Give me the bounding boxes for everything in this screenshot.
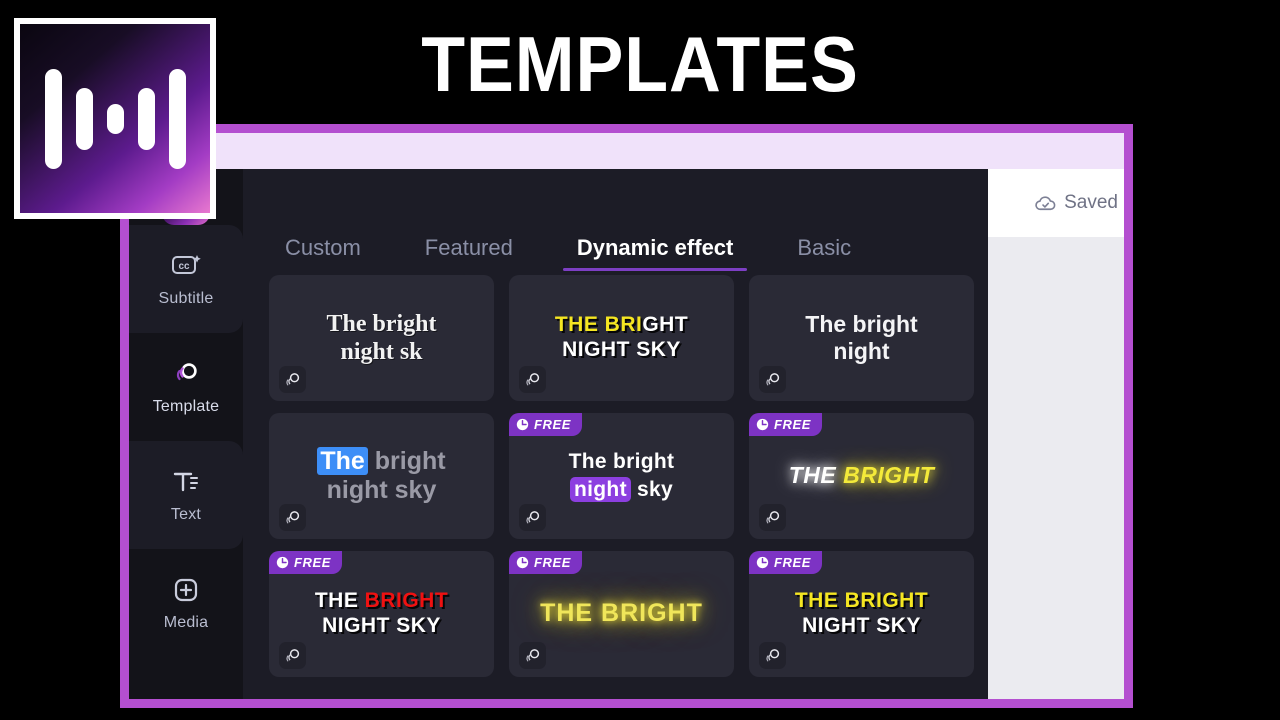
tab-dynamic-effect[interactable]: Dynamic effect <box>562 235 748 271</box>
sidebar-item-label: Media <box>163 614 209 631</box>
clock-icon <box>756 418 769 431</box>
clock-icon <box>756 556 769 569</box>
template-text-line: THE BRIGHT <box>540 599 703 628</box>
template-text-line: night sk <box>340 339 423 365</box>
template-card[interactable]: FREE THE BRIGHT <box>509 551 734 677</box>
sidebar-item-subtitle[interactable]: cc Subtitle <box>129 225 243 333</box>
template-text-line: THE BRI <box>554 313 643 337</box>
tab-featured[interactable]: Featured <box>411 235 527 271</box>
sidebar-item-media[interactable]: Media <box>129 549 243 657</box>
free-badge-label: FREE <box>774 417 812 432</box>
sidebar-item-template[interactable]: Template <box>129 333 243 441</box>
right-panel: Saved <box>988 169 1124 699</box>
template-text-line: GHT <box>642 313 689 337</box>
waveform-logo-icon <box>20 24 210 213</box>
free-badge-label: FREE <box>774 555 812 570</box>
template-layers-icon[interactable] <box>759 642 786 669</box>
template-text-line: The bright <box>568 449 675 473</box>
template-text-line: night <box>833 338 890 364</box>
template-text-line: BRIGHT <box>364 589 449 613</box>
template-card[interactable]: The bright night <box>749 275 974 401</box>
template-preview-text: THE BRIGHT <box>530 599 713 629</box>
sidebar-item-label: Subtitle <box>158 290 214 307</box>
clock-icon <box>276 556 289 569</box>
text-icon <box>173 472 198 492</box>
template-preview-text: The bright night sk <box>316 310 446 367</box>
template-preview-text: THE BRIGHT <box>779 462 945 489</box>
template-layers-icon[interactable] <box>279 642 306 669</box>
template-layers-icon[interactable] <box>759 504 786 531</box>
app-window: cc Subtitle Template Text Media Custom F… <box>120 124 1133 708</box>
template-card[interactable]: FREE THE BRIGHT NIGHT SKY <box>749 551 974 677</box>
clock-icon <box>516 556 529 569</box>
closed-caption-icon: cc <box>172 255 201 274</box>
save-status-bar: Saved <box>988 169 1124 237</box>
template-card[interactable]: FREE The bright night sky <box>509 413 734 539</box>
template-text-line: THE <box>788 462 844 489</box>
template-preview-text: THE BRIGHT NIGHT SKY <box>785 589 938 639</box>
template-layers-icon[interactable] <box>279 366 306 393</box>
template-text-line: night sky <box>326 476 437 504</box>
svg-text:cc: cc <box>178 261 190 272</box>
template-text-line: NIGHT SKY <box>802 614 921 637</box>
template-text-line: THE BRIGHT <box>794 589 929 613</box>
app-topbar <box>129 133 1124 169</box>
logo-badge <box>14 18 216 219</box>
template-card[interactable]: FREE THE BRIGHT NIGHT SKY <box>269 551 494 677</box>
template-card[interactable]: THE BRIGHT NIGHT SKY <box>509 275 734 401</box>
add-media-icon <box>174 578 198 602</box>
template-rings-icon <box>176 363 197 381</box>
clock-icon <box>516 418 529 431</box>
template-text-line: NIGHT SKY <box>322 614 441 637</box>
template-preview-text: THE BRIGHT NIGHT SKY <box>545 313 698 363</box>
free-badge-label: FREE <box>534 555 572 570</box>
template-card[interactable]: The bright night sky <box>269 413 494 539</box>
template-category-tabs: Custom Featured Dynamic effect Basic <box>243 169 988 271</box>
template-text-line: sky <box>630 477 673 501</box>
template-layers-icon[interactable] <box>759 366 786 393</box>
tab-custom[interactable]: Custom <box>271 235 375 271</box>
free-badge-label: FREE <box>534 417 572 432</box>
free-badge: FREE <box>749 551 823 574</box>
free-badge-label: FREE <box>294 555 332 570</box>
template-text-line: BRIGHT <box>843 462 935 489</box>
template-text-line: THE <box>314 589 365 613</box>
template-preview-text: The bright night sky <box>559 450 685 503</box>
cloud-check-icon <box>1035 195 1056 210</box>
free-badge: FREE <box>509 413 583 436</box>
free-badge: FREE <box>269 551 343 574</box>
template-text-line: bright <box>367 446 446 475</box>
saved-label: Saved <box>1064 192 1118 213</box>
page-title: TEMPLATES <box>421 20 859 108</box>
template-layers-icon[interactable] <box>279 504 306 531</box>
template-text-line: night <box>570 476 631 502</box>
app-body: cc Subtitle Template Text Media Custom F… <box>129 169 1124 699</box>
free-badge: FREE <box>749 413 823 436</box>
template-layers-icon[interactable] <box>519 366 546 393</box>
template-layers-icon[interactable] <box>519 642 546 669</box>
free-badge: FREE <box>509 551 583 574</box>
sidebar-item-label: Template <box>152 398 220 415</box>
template-grid: The bright night sk THE BRIGHT NIGHT SKY… <box>243 271 988 677</box>
template-preview-text: The bright night <box>795 311 927 365</box>
template-preview-text: The bright night sky <box>307 446 455 506</box>
template-text-line: The bright <box>326 310 437 337</box>
template-text-line: The bright <box>805 310 918 337</box>
template-text-line: The <box>317 446 368 475</box>
template-layers-icon[interactable] <box>519 504 546 531</box>
sidebar-item-label: Text <box>170 506 202 523</box>
template-text-line: NIGHT SKY <box>562 338 681 361</box>
template-preview-text: THE BRIGHT NIGHT SKY <box>305 589 458 639</box>
template-card[interactable]: FREE THE BRIGHT <box>749 413 974 539</box>
tab-basic[interactable]: Basic <box>783 235 865 271</box>
left-rail: cc Subtitle Template Text Media <box>129 169 243 699</box>
sidebar-item-text[interactable]: Text <box>129 441 243 549</box>
screenshot-root: TEMPLATES cc Subtitle Template Text Medi… <box>0 0 1280 720</box>
templates-panel: Custom Featured Dynamic effect Basic The… <box>243 169 988 699</box>
template-card[interactable]: The bright night sk <box>269 275 494 401</box>
